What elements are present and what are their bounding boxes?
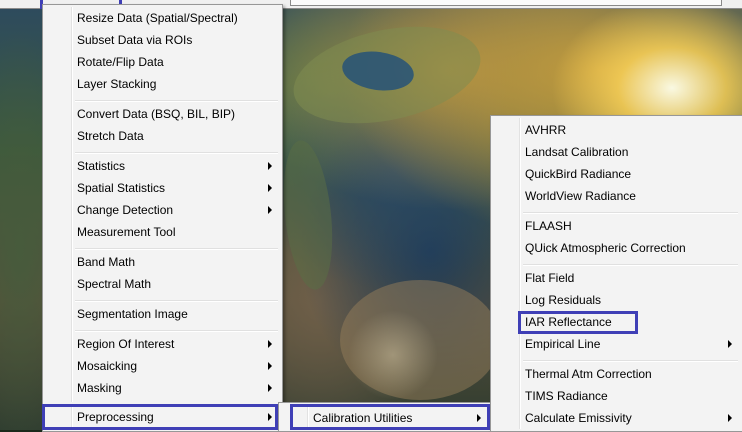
menu-item-label: Stretch Data xyxy=(77,129,144,143)
menu-item-label: Thermal Atm Correction xyxy=(525,367,652,381)
menu-item-label: FLAASH xyxy=(525,219,572,233)
menu-item-label: Resize Data (Spatial/Spectral) xyxy=(77,11,238,25)
menu-item-spectral-math[interactable]: Spectral Math xyxy=(45,273,280,295)
menu-item-label: Layer Stacking xyxy=(77,77,157,91)
menu-item-label: Measurement Tool xyxy=(77,225,176,239)
menu-separator xyxy=(75,152,278,154)
basic-tools-menu: Resize Data (Spatial/Spectral) Subset Da… xyxy=(42,4,283,406)
menu-item-quick-atmospheric-correction[interactable]: QUick Atmospheric Correction xyxy=(493,237,740,259)
menu-item-label: Spectral Math xyxy=(77,277,152,291)
menu-item-label: WorldView Radiance xyxy=(525,189,636,203)
menu-separator xyxy=(75,100,278,102)
menu-item-label: Masking xyxy=(77,381,122,395)
menu-item-log-residuals[interactable]: Log Residuals xyxy=(493,289,740,311)
menu-item-quickbird-radiance[interactable]: QuickBird Radiance xyxy=(493,163,740,185)
menu-item-calculate-emissivity[interactable]: Calculate Emissivity xyxy=(493,407,740,429)
menu-item-label: TIMS Radiance xyxy=(525,389,608,403)
menu-item-flat-field[interactable]: Flat Field xyxy=(493,267,740,289)
menu-item-label: Segmentation Image xyxy=(77,307,188,321)
menu-separator xyxy=(75,248,278,250)
menu-separator xyxy=(523,360,738,362)
menu-item-band-math[interactable]: Band Math xyxy=(45,251,280,273)
submenu-arrow-icon xyxy=(268,206,272,214)
menu-item-label: Log Residuals xyxy=(525,293,602,307)
menu-item-label: IAR Reflectance xyxy=(525,315,612,329)
preprocessing-submenu: Calibration Utilities xyxy=(278,402,492,432)
menu-item-label: Band Math xyxy=(77,255,136,269)
menu-item-landsat-calibration[interactable]: Landsat Calibration xyxy=(493,141,740,163)
menu-item-thermal-atm-correction[interactable]: Thermal Atm Correction xyxy=(493,363,740,385)
lens-flare xyxy=(348,310,438,400)
submenu-arrow-icon xyxy=(268,340,272,348)
basic-tools-menu-continuation: Preprocessing xyxy=(42,402,283,432)
menu-item-calibration-utilities[interactable]: Calibration Utilities xyxy=(281,407,489,429)
menu-item-label: AVHRR xyxy=(525,123,567,137)
menu-item-label: Statistics xyxy=(77,159,126,173)
submenu-arrow-icon xyxy=(268,184,272,192)
menu-item-label: Spatial Statistics xyxy=(77,181,166,195)
menu-item-label: Mosaicking xyxy=(77,359,138,373)
menu-item-spatial-statistics[interactable]: Spatial Statistics xyxy=(45,177,280,199)
menu-item-label: Empirical Line xyxy=(525,337,601,351)
menubar-panel xyxy=(290,0,722,6)
menu-item-mosaicking[interactable]: Mosaicking xyxy=(45,355,280,377)
menu-item-label: Region Of Interest xyxy=(77,337,175,351)
menu-item-masking[interactable]: Masking xyxy=(45,377,280,399)
menu-item-convert-data[interactable]: Convert Data (BSQ, BIL, BIP) xyxy=(45,103,280,125)
menu-item-rotate-flip-data[interactable]: Rotate/Flip Data xyxy=(45,51,280,73)
menu-item-layer-stacking[interactable]: Layer Stacking xyxy=(45,73,280,95)
submenu-arrow-icon xyxy=(268,362,272,370)
menu-separator xyxy=(523,212,738,214)
menu-item-tims-radiance[interactable]: TIMS Radiance xyxy=(493,385,740,407)
menu-item-segmentation-image[interactable]: Segmentation Image xyxy=(45,303,280,325)
menu-item-region-of-interest[interactable]: Region Of Interest xyxy=(45,333,280,355)
menu-item-label: QuickBird Radiance xyxy=(525,167,632,181)
menu-item-label: Calculate Emissivity xyxy=(525,411,632,425)
menu-item-subset-data-via-rois[interactable]: Subset Data via ROIs xyxy=(45,29,280,51)
submenu-arrow-icon xyxy=(477,414,481,422)
submenu-arrow-icon xyxy=(268,413,272,421)
menu-item-label: Calibration Utilities xyxy=(313,411,413,425)
menu-item-avhrr[interactable]: AVHRR xyxy=(493,119,740,141)
submenu-arrow-icon xyxy=(728,340,732,348)
menu-item-preprocessing[interactable]: Preprocessing xyxy=(45,406,280,428)
menu-item-resize-data[interactable]: Resize Data (Spatial/Spectral) xyxy=(45,7,280,29)
menu-item-change-detection[interactable]: Change Detection xyxy=(45,199,280,221)
menu-item-label: Landsat Calibration xyxy=(525,145,629,159)
menu-item-label: Change Detection xyxy=(77,203,174,217)
menu-separator xyxy=(75,300,278,302)
menu-item-label: Preprocessing xyxy=(77,410,154,424)
calibration-utilities-submenu: AVHRR Landsat Calibration QuickBird Radi… xyxy=(490,115,742,432)
menu-item-statistics[interactable]: Statistics xyxy=(45,155,280,177)
menu-separator xyxy=(75,330,278,332)
landmass-shape xyxy=(277,138,339,292)
submenu-arrow-icon xyxy=(268,384,272,392)
menu-item-iar-reflectance[interactable]: IAR Reflectance xyxy=(493,311,740,333)
menu-item-label: Flat Field xyxy=(525,271,575,285)
menu-item-empirical-line[interactable]: Empirical Line xyxy=(493,333,740,355)
menu-item-measurement-tool[interactable]: Measurement Tool xyxy=(45,221,280,243)
submenu-arrow-icon xyxy=(728,414,732,422)
menu-item-label: QUick Atmospheric Correction xyxy=(525,241,686,255)
menu-item-label: Rotate/Flip Data xyxy=(77,55,164,69)
menu-item-flaash[interactable]: FLAASH xyxy=(493,215,740,237)
menu-item-worldview-radiance[interactable]: WorldView Radiance xyxy=(493,185,740,207)
menu-item-label: Convert Data (BSQ, BIL, BIP) xyxy=(77,107,236,121)
menu-item-stretch-data[interactable]: Stretch Data xyxy=(45,125,280,147)
submenu-arrow-icon xyxy=(268,162,272,170)
menu-item-label: Subset Data via ROIs xyxy=(77,33,193,47)
menu-separator xyxy=(523,264,738,266)
